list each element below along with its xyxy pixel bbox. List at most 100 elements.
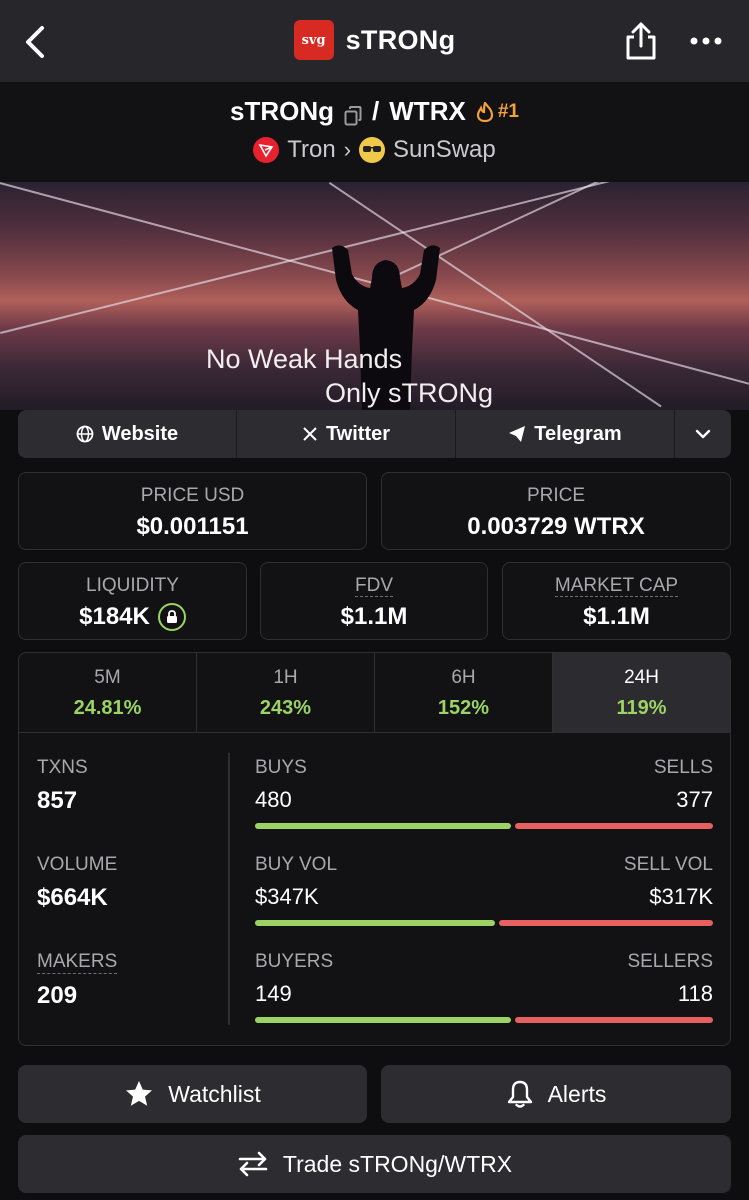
sell-vol-bar	[498, 920, 713, 926]
txns-label: TXNS	[37, 757, 88, 778]
makers-label: MAKERS	[37, 951, 118, 974]
fdv-value: $1.1M	[340, 603, 408, 630]
more-links-button[interactable]	[675, 410, 731, 458]
tron-icon	[253, 137, 280, 163]
buy-vol-bar	[255, 920, 495, 926]
txns-value: 857	[37, 787, 78, 814]
pair-base: sTRONg	[230, 96, 335, 126]
website-button[interactable]: Website	[18, 410, 237, 458]
buy-vol-value: $347K	[255, 884, 319, 909]
sell-vol-value: $317K	[649, 884, 713, 909]
top-bar: sᴠg sTRONg	[0, 0, 749, 82]
token-logo: sᴠg	[293, 20, 334, 60]
sellers-bar	[514, 1017, 713, 1023]
price-native-value: 0.003729 WTRX	[467, 513, 645, 540]
buy-vol-label: BUY VOL	[255, 854, 338, 875]
price-change: 243%	[259, 697, 312, 719]
banner-text-line1: No Weak Hands	[206, 344, 403, 374]
rank-value: #1	[497, 100, 519, 122]
copy-icon[interactable]	[344, 102, 362, 125]
flame-icon	[476, 101, 493, 122]
sellers-label: SELLERS	[627, 951, 713, 972]
price-native-card: PRICE 0.003729 WTRX	[381, 472, 731, 550]
telegram-label: Telegram	[534, 422, 622, 445]
watchlist-button[interactable]: Watchlist	[18, 1065, 367, 1123]
tab-label: 6H	[451, 667, 476, 688]
banner-text-line2: Only sTRONg	[325, 378, 494, 408]
telegram-icon	[509, 426, 526, 442]
tab-6h[interactable]: 6H 152%	[375, 653, 553, 732]
lock-icon[interactable]	[157, 603, 186, 631]
tab-1h[interactable]: 1H 243%	[197, 653, 375, 732]
rank-badge: #1	[476, 101, 519, 123]
pair-separator: /	[372, 96, 380, 126]
trade-label: Trade sTRONg/WTRX	[282, 1150, 513, 1177]
tab-5m[interactable]: 5M 24.81%	[19, 653, 197, 732]
social-links: Website Twitter Telegram	[18, 410, 731, 458]
bell-icon	[507, 1080, 532, 1108]
chevron-down-icon	[695, 429, 711, 439]
twitter-label: Twitter	[325, 422, 391, 445]
price-change: 24.81%	[73, 697, 142, 719]
buys-sells-bar	[255, 823, 713, 829]
buyers-sellers-stat: BUYERS SELLERS 149 118	[255, 951, 713, 1023]
makers-stat[interactable]: MAKERS 209	[37, 951, 118, 1010]
buy-bar	[255, 823, 512, 829]
liquidity-card: LIQUIDITY $184K	[18, 562, 247, 640]
chain-link[interactable]: Tron	[287, 136, 335, 164]
trade-button[interactable]: Trade sTRONg/WTRX	[18, 1135, 731, 1193]
tab-label: 5M	[94, 667, 121, 688]
buyers-value: 149	[255, 981, 292, 1006]
buyers-bar	[255, 1017, 511, 1023]
market-cap-value: $1.1M	[583, 603, 650, 630]
twitter-button[interactable]: Twitter	[237, 410, 456, 458]
sell-vol-label: SELL VOL	[623, 854, 713, 875]
buyers-sellers-bar	[255, 1017, 713, 1023]
market-cap-label: MARKET CAP	[554, 575, 679, 597]
website-label: Website	[101, 422, 179, 445]
sellers-value: 118	[677, 981, 713, 1006]
more-dots-icon	[690, 37, 722, 45]
market-cap-card[interactable]: MARKET CAP $1.1M	[502, 562, 731, 640]
tab-24h[interactable]: 24H 119%	[553, 653, 730, 732]
fdv-label: FDV	[355, 575, 393, 597]
star-icon	[126, 1081, 153, 1106]
volume-label: VOLUME	[37, 854, 118, 875]
price-change: 152%	[437, 697, 490, 719]
alerts-label: Alerts	[547, 1080, 607, 1107]
pair-header: sTRONg / WTRX #1 Tron › SunSwap	[0, 82, 749, 182]
sells-value: 377	[676, 787, 713, 812]
share-icon	[626, 22, 656, 60]
buys-label: BUYS	[255, 757, 307, 778]
dex-link[interactable]: SunSwap	[393, 136, 496, 164]
globe-icon	[76, 425, 94, 443]
buyers-label: BUYERS	[255, 951, 334, 972]
telegram-button[interactable]: Telegram	[456, 410, 675, 458]
price-usd-value: $0.001151	[136, 513, 249, 540]
volume-stat: VOLUME $664K	[37, 854, 117, 912]
alerts-button[interactable]: Alerts	[381, 1065, 731, 1123]
chevron-right-icon: ›	[343, 137, 352, 162]
liquidity-value: $184K	[79, 603, 150, 630]
price-change: 119%	[616, 697, 667, 719]
volume-bar	[255, 920, 713, 926]
price-usd-card: PRICE USD $0.001151	[18, 472, 367, 550]
buys-sells-stat: BUYS SELLS 480 377	[255, 757, 713, 829]
swap-arrows-icon	[238, 1151, 268, 1177]
price-usd-label: PRICE USD	[140, 485, 245, 506]
share-button[interactable]	[622, 20, 660, 62]
x-logo-icon	[303, 427, 317, 441]
buys-value: 480	[255, 787, 292, 812]
fdv-card[interactable]: FDV $1.1M	[260, 562, 488, 640]
tab-label: 1H	[273, 667, 298, 688]
timeframe-tabs: 5M 24.81% 1H 243% 6H 152% 24H 119%	[19, 653, 730, 733]
more-button[interactable]	[688, 28, 724, 54]
volume-value: $664K	[37, 884, 108, 911]
sells-label: SELLS	[653, 757, 713, 778]
volume-split-stat: BUY VOL SELL VOL $347K $317K	[255, 854, 713, 926]
token-banner: No Weak Hands Only sTRONg	[0, 182, 749, 410]
stats-divider	[228, 753, 230, 1025]
sell-bar	[515, 823, 713, 829]
makers-value: 209	[37, 982, 78, 1009]
stats-panel: 5M 24.81% 1H 243% 6H 152% 24H 119% TXNS …	[18, 652, 731, 1046]
